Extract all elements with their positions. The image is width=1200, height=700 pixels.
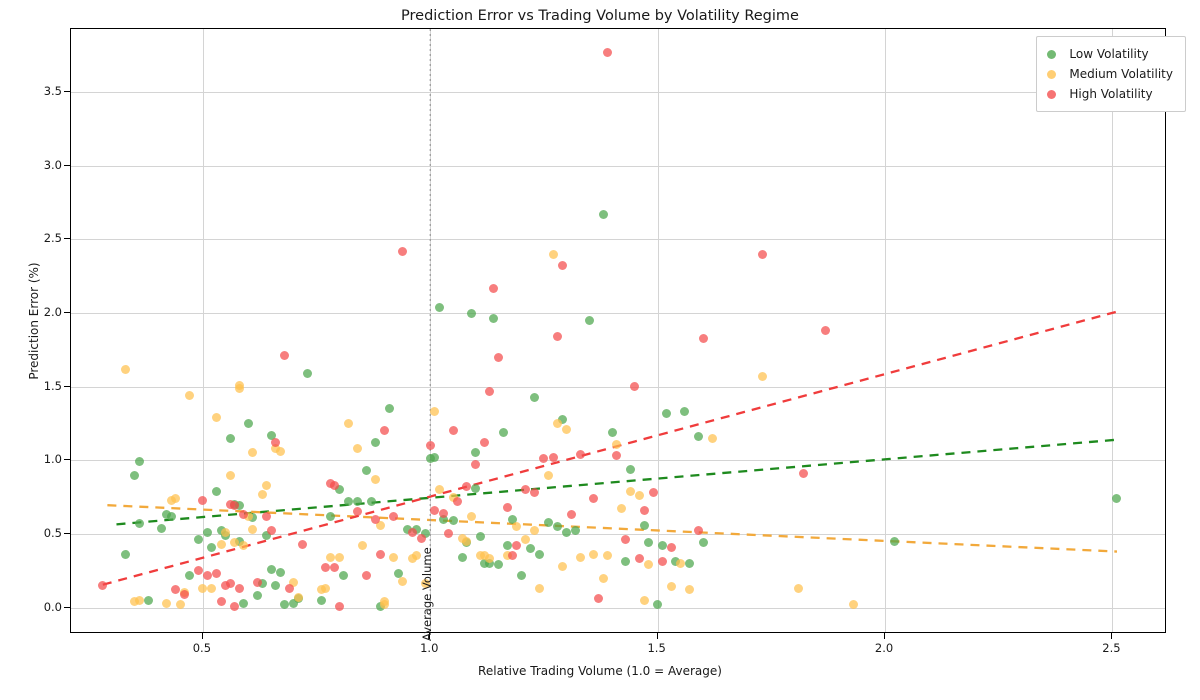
x-axis-title: Relative Trading Volume (1.0 = Average) bbox=[478, 664, 722, 678]
y-axis-tick-mark bbox=[64, 91, 70, 93]
x-axis-tick-label: 2.0 bbox=[874, 641, 894, 655]
x-axis-tick-label: 1.5 bbox=[647, 641, 666, 655]
x-axis-tick-label: 2.5 bbox=[1102, 641, 1121, 655]
x-axis-tick-label: 0.5 bbox=[192, 641, 212, 655]
y-axis-tick-mark bbox=[64, 164, 70, 166]
legend-label: Medium Volatility bbox=[1069, 67, 1173, 81]
legend-label: High Volatility bbox=[1069, 87, 1153, 101]
y-axis-tick-mark bbox=[64, 312, 70, 314]
x-axis-tick-mark bbox=[201, 633, 203, 639]
legend-item[interactable]: Low Volatility bbox=[1047, 44, 1173, 64]
y-axis-tick-mark bbox=[64, 606, 70, 608]
plot-area bbox=[70, 28, 1166, 633]
legend-marker-icon bbox=[1047, 89, 1057, 99]
y-axis-title: Prediction Error (%) bbox=[27, 262, 41, 380]
legend-item[interactable]: High Volatility bbox=[1047, 84, 1173, 104]
legend-label: Low Volatility bbox=[1069, 47, 1149, 61]
legend-marker-icon bbox=[1047, 49, 1057, 59]
average-volume-annotation: Average Volume bbox=[420, 547, 435, 641]
x-axis-tick-mark bbox=[1111, 633, 1113, 639]
legend-marker-icon bbox=[1047, 69, 1057, 79]
y-axis-tick-mark bbox=[64, 532, 70, 534]
page-title: Prediction Error vs Trading Volume by Vo… bbox=[401, 8, 799, 24]
y-axis-tick-mark bbox=[64, 459, 70, 461]
y-axis-tick-mark bbox=[64, 238, 70, 240]
x-axis-tick-label: 1.0 bbox=[420, 641, 439, 655]
x-axis-tick-mark bbox=[884, 633, 886, 639]
legend-item[interactable]: Medium Volatility bbox=[1047, 64, 1173, 84]
y-axis-tick-mark bbox=[64, 385, 70, 387]
legend: Low Volatility Medium Volatility High Vola… bbox=[1036, 36, 1186, 112]
reference-line-layer bbox=[71, 29, 1165, 632]
scatter-plot-figure: Prediction Error vs Trading Volume by Vo… bbox=[0, 0, 1200, 700]
x-axis-tick-mark bbox=[656, 633, 658, 639]
